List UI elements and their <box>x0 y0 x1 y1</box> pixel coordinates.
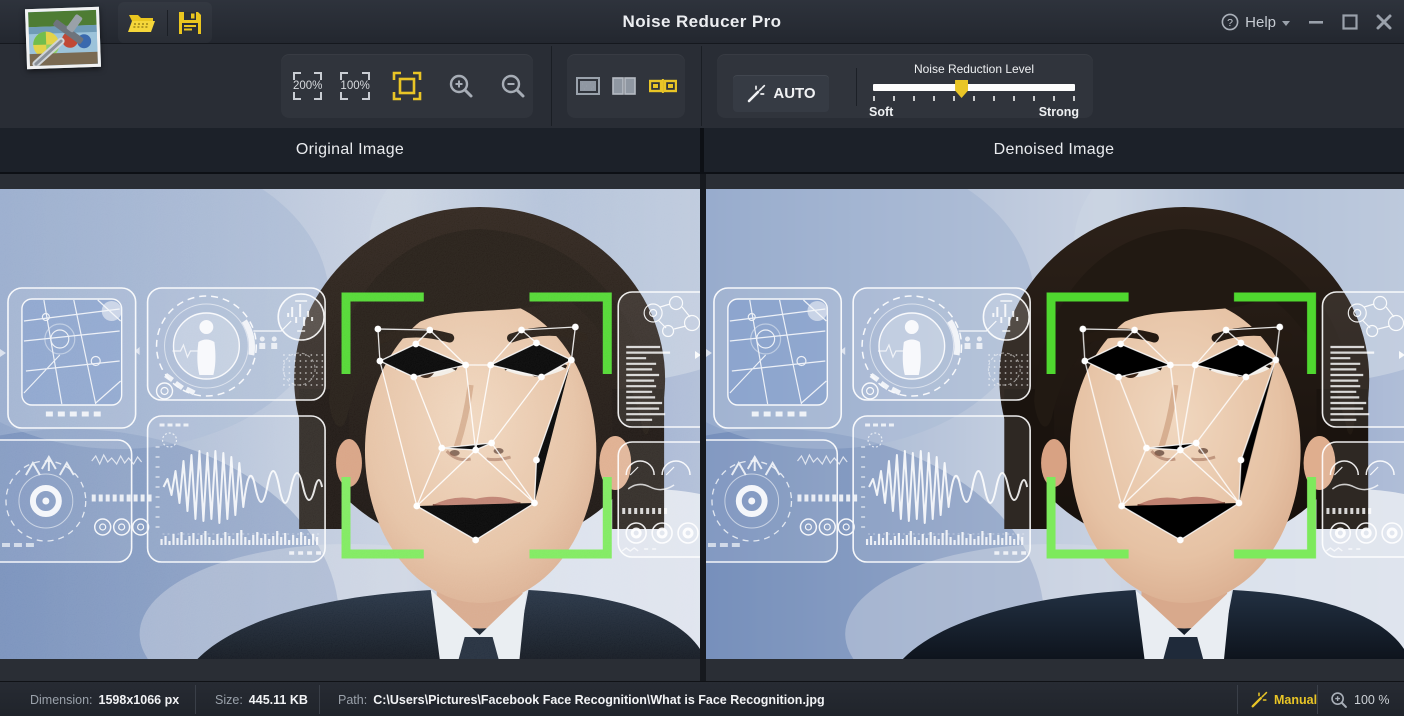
manual-button[interactable]: Manual <box>1250 682 1317 716</box>
zoom-out-button[interactable] <box>496 73 530 99</box>
divider <box>701 46 702 126</box>
image-compare-area <box>0 174 1404 681</box>
zoom-preset-100-button[interactable]: 100% <box>340 72 369 100</box>
pane-headers: Original Image Denoised Image <box>0 128 1404 174</box>
dimension-status: Dimension: 1598x1066 px <box>30 682 179 716</box>
denoised-pane-title: Denoised Image <box>704 128 1404 172</box>
noise-reduction-group: AUTO Noise Reduction Level Soft Strong <box>717 54 1093 118</box>
dimension-label: Dimension: <box>30 693 93 707</box>
original-pane-title: Original Image <box>0 128 700 172</box>
view-mode-group <box>567 54 685 118</box>
minimize-button[interactable] <box>1304 10 1328 34</box>
app-logo-art <box>28 10 98 66</box>
help-label: Help <box>1245 14 1276 31</box>
auto-button[interactable]: AUTO <box>733 75 829 112</box>
zoom-in-icon <box>1330 691 1348 709</box>
maximize-icon <box>1341 13 1359 31</box>
help-menu[interactable]: ? Help <box>1221 0 1290 44</box>
single-view-icon <box>576 77 600 95</box>
chevron-down-icon <box>1282 21 1290 26</box>
noise-slider-max-label: Strong <box>1039 105 1079 119</box>
app-logo <box>25 7 101 70</box>
noise-slider-track[interactable] <box>873 84 1075 91</box>
zoom-preset-200-label: 200% <box>293 80 322 92</box>
original-image-pane[interactable] <box>0 174 700 681</box>
divider <box>551 46 552 126</box>
magic-wand-icon <box>1250 691 1268 709</box>
zoom-in-button[interactable] <box>444 73 478 99</box>
maximize-button[interactable] <box>1338 10 1362 34</box>
size-label: Size: <box>215 693 243 707</box>
compare-view-button[interactable] <box>645 78 681 94</box>
divider <box>319 685 320 714</box>
zoom-preset-200-button[interactable]: 200% <box>293 72 322 100</box>
close-icon <box>1375 13 1393 31</box>
original-photo-preview <box>0 189 700 659</box>
window-title: Noise Reducer Pro <box>0 0 1404 44</box>
app-window: Noise Reducer Pro ? Help <box>0 0 1404 716</box>
zoom-indicator[interactable]: 100 % <box>1330 682 1389 716</box>
zoom-out-icon <box>500 73 526 99</box>
single-view-button[interactable] <box>572 77 604 95</box>
path-value: C:\Users\Pictures\Facebook Face Recognit… <box>373 693 824 707</box>
size-status: Size: 445.11 KB <box>215 682 308 716</box>
fit-to-screen-button[interactable] <box>388 71 426 101</box>
manual-button-label: Manual <box>1274 693 1317 707</box>
split-view-button[interactable] <box>608 77 640 95</box>
denoised-image-pane[interactable] <box>706 174 1404 681</box>
split-view-icon <box>612 77 636 95</box>
noise-slider-min-label: Soft <box>869 105 893 119</box>
zoom-indicator-value: 100 % <box>1354 693 1389 707</box>
denoised-photo-preview <box>706 189 1404 659</box>
close-button[interactable] <box>1372 10 1396 34</box>
size-value: 445.11 KB <box>249 693 308 707</box>
path-label: Path: <box>338 693 367 707</box>
noise-slider-ticks <box>873 96 1075 102</box>
noise-slider: Noise Reduction Level Soft Strong <box>869 62 1079 122</box>
noise-slider-label: Noise Reduction Level <box>869 62 1079 76</box>
auto-button-label: AUTO <box>773 85 815 102</box>
minimize-icon <box>1307 13 1325 31</box>
svg-text:?: ? <box>1227 17 1233 29</box>
title-bar: Noise Reducer Pro ? Help <box>0 0 1404 44</box>
zoom-tools-group: 200% 100% <box>281 54 533 118</box>
help-icon: ? <box>1221 13 1239 31</box>
window-controls <box>1304 0 1396 44</box>
noise-grain-overlay <box>0 189 700 659</box>
path-status: Path: C:\Users\Pictures\Facebook Face Re… <box>338 682 825 716</box>
fit-to-screen-icon <box>392 71 422 101</box>
zoom-in-icon <box>448 73 474 99</box>
divider <box>1317 685 1318 714</box>
zoom-preset-100-label: 100% <box>340 80 369 92</box>
divider <box>195 685 196 714</box>
compare-view-icon <box>649 78 677 94</box>
dimension-value: 1598x1066 px <box>99 693 180 707</box>
magic-wand-icon <box>746 84 766 104</box>
toolbar: 200% 100% <box>0 44 1404 128</box>
divider <box>856 68 857 106</box>
divider <box>1237 685 1238 714</box>
status-bar: Dimension: 1598x1066 px Size: 445.11 KB … <box>0 681 1404 716</box>
